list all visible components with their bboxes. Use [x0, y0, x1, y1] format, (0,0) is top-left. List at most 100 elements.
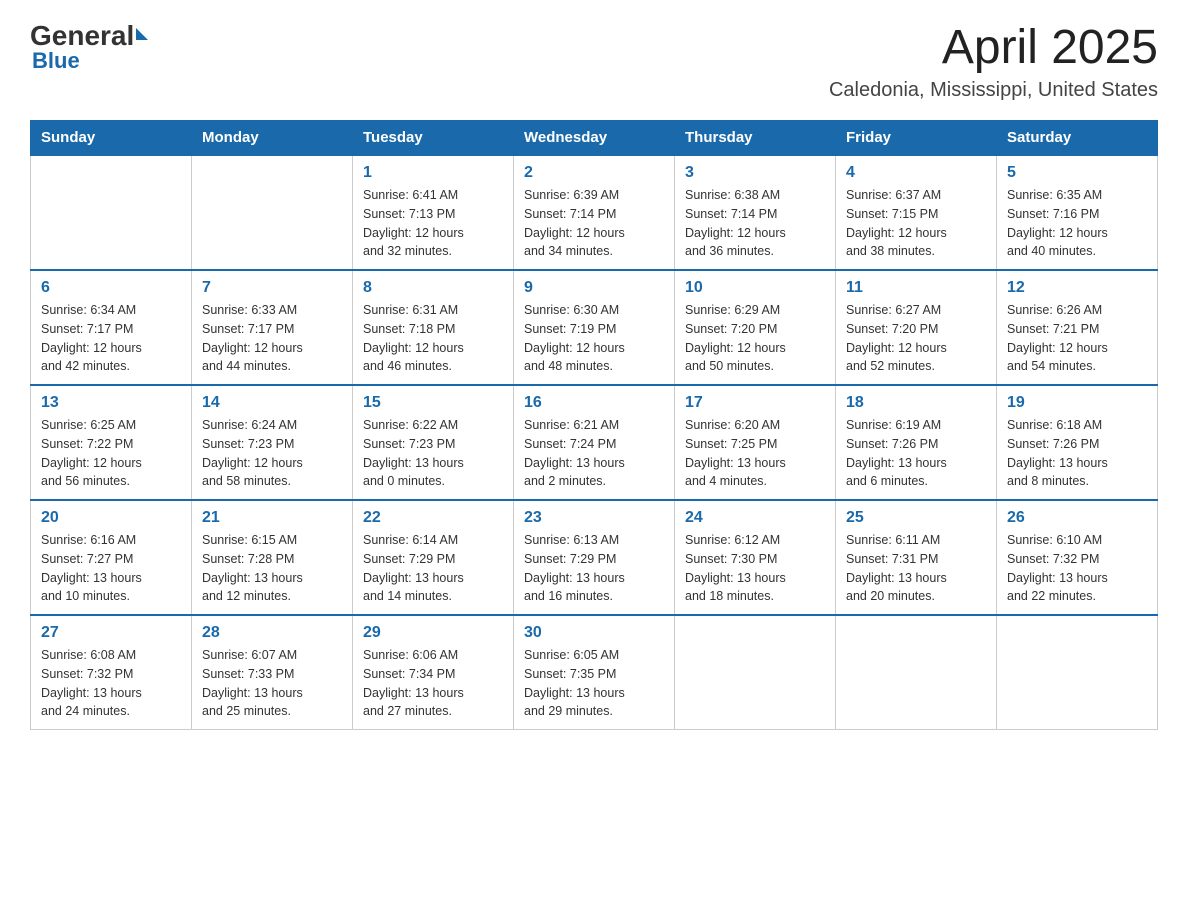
day-info: Sunrise: 6:30 AM Sunset: 7:19 PM Dayligh…: [524, 301, 664, 376]
calendar-cell: 17 Sunrise: 6:20 AM Sunset: 7:25 PM Dayli…: [675, 385, 836, 500]
day-info: Sunrise: 6:14 AM Sunset: 7:29 PM Dayligh…: [363, 531, 503, 606]
day-info: Sunrise: 6:12 AM Sunset: 7:30 PM Dayligh…: [685, 531, 825, 606]
day-info: Sunrise: 6:05 AM Sunset: 7:35 PM Dayligh…: [524, 646, 664, 721]
calendar-cell: [31, 155, 192, 270]
day-number: 14: [202, 394, 342, 412]
calendar-cell: 29 Sunrise: 6:06 AM Sunset: 7:34 PM Dayli…: [353, 615, 514, 730]
day-info: Sunrise: 6:15 AM Sunset: 7:28 PM Dayligh…: [202, 531, 342, 606]
calendar-cell: 26 Sunrise: 6:10 AM Sunset: 7:32 PM Dayli…: [997, 500, 1158, 615]
day-info: Sunrise: 6:29 AM Sunset: 7:20 PM Dayligh…: [685, 301, 825, 376]
day-info: Sunrise: 6:38 AM Sunset: 7:14 PM Dayligh…: [685, 186, 825, 261]
day-info: Sunrise: 6:37 AM Sunset: 7:15 PM Dayligh…: [846, 186, 986, 261]
calendar-cell: 1 Sunrise: 6:41 AM Sunset: 7:13 PM Daylig…: [353, 155, 514, 270]
calendar-week-1: 1 Sunrise: 6:41 AM Sunset: 7:13 PM Daylig…: [31, 155, 1158, 270]
title-block: April 2025 Caledonia, Mississippi, Unite…: [829, 20, 1158, 102]
month-year: April 2025: [829, 20, 1158, 75]
calendar-cell: 2 Sunrise: 6:39 AM Sunset: 7:14 PM Daylig…: [514, 155, 675, 270]
day-info: Sunrise: 6:08 AM Sunset: 7:32 PM Dayligh…: [41, 646, 181, 721]
day-info: Sunrise: 6:25 AM Sunset: 7:22 PM Dayligh…: [41, 416, 181, 491]
day-number: 12: [1007, 279, 1147, 297]
calendar-cell: 28 Sunrise: 6:07 AM Sunset: 7:33 PM Dayli…: [192, 615, 353, 730]
day-number: 20: [41, 509, 181, 527]
day-number: 18: [846, 394, 986, 412]
logo: General Blue: [30, 20, 148, 74]
calendar-cell: 6 Sunrise: 6:34 AM Sunset: 7:17 PM Daylig…: [31, 270, 192, 385]
day-info: Sunrise: 6:20 AM Sunset: 7:25 PM Dayligh…: [685, 416, 825, 491]
calendar-week-2: 6 Sunrise: 6:34 AM Sunset: 7:17 PM Daylig…: [31, 270, 1158, 385]
calendar-week-4: 20 Sunrise: 6:16 AM Sunset: 7:27 PM Dayli…: [31, 500, 1158, 615]
day-number: 5: [1007, 164, 1147, 182]
location: Caledonia, Mississippi, United States: [829, 79, 1158, 102]
day-number: 30: [524, 624, 664, 642]
day-info: Sunrise: 6:19 AM Sunset: 7:26 PM Dayligh…: [846, 416, 986, 491]
calendar-cell: 30 Sunrise: 6:05 AM Sunset: 7:35 PM Dayli…: [514, 615, 675, 730]
day-info: Sunrise: 6:26 AM Sunset: 7:21 PM Dayligh…: [1007, 301, 1147, 376]
day-number: 16: [524, 394, 664, 412]
calendar-cell: [192, 155, 353, 270]
day-number: 15: [363, 394, 503, 412]
calendar-cell: 20 Sunrise: 6:16 AM Sunset: 7:27 PM Dayli…: [31, 500, 192, 615]
calendar-cell: 14Sunrise: 6:24 AM Sunset: 7:23 PM Dayli…: [192, 385, 353, 500]
calendar-cell: 19 Sunrise: 6:18 AM Sunset: 7:26 PM Dayli…: [997, 385, 1158, 500]
day-info: Sunrise: 6:22 AM Sunset: 7:23 PM Dayligh…: [363, 416, 503, 491]
header-thursday: Thursday: [675, 121, 836, 156]
calendar-cell: 4Sunrise: 6:37 AM Sunset: 7:15 PM Daylig…: [836, 155, 997, 270]
day-info: Sunrise: 6:21 AM Sunset: 7:24 PM Dayligh…: [524, 416, 664, 491]
day-info: Sunrise: 6:35 AM Sunset: 7:16 PM Dayligh…: [1007, 186, 1147, 261]
logo-triangle-icon: [136, 28, 148, 40]
day-info: Sunrise: 6:34 AM Sunset: 7:17 PM Dayligh…: [41, 301, 181, 376]
day-info: Sunrise: 6:39 AM Sunset: 7:14 PM Dayligh…: [524, 186, 664, 261]
calendar-cell: [997, 615, 1158, 730]
day-number: 2: [524, 164, 664, 182]
day-number: 17: [685, 394, 825, 412]
calendar-cell: 25Sunrise: 6:11 AM Sunset: 7:31 PM Dayli…: [836, 500, 997, 615]
day-number: 22: [363, 509, 503, 527]
calendar-table: SundayMondayTuesdayWednesdayThursdayFrid…: [30, 120, 1158, 730]
day-number: 9: [524, 279, 664, 297]
day-number: 23: [524, 509, 664, 527]
calendar-cell: 5 Sunrise: 6:35 AM Sunset: 7:16 PM Daylig…: [997, 155, 1158, 270]
day-info: Sunrise: 6:07 AM Sunset: 7:33 PM Dayligh…: [202, 646, 342, 721]
calendar-cell: 13 Sunrise: 6:25 AM Sunset: 7:22 PM Dayli…: [31, 385, 192, 500]
day-number: 6: [41, 279, 181, 297]
calendar-cell: 8 Sunrise: 6:31 AM Sunset: 7:18 PM Daylig…: [353, 270, 514, 385]
calendar-cell: [836, 615, 997, 730]
day-number: 13: [41, 394, 181, 412]
calendar-cell: 9 Sunrise: 6:30 AM Sunset: 7:19 PM Daylig…: [514, 270, 675, 385]
day-number: 1: [363, 164, 503, 182]
day-number: 8: [363, 279, 503, 297]
calendar-cell: 7 Sunrise: 6:33 AM Sunset: 7:17 PM Daylig…: [192, 270, 353, 385]
header-sunday: Sunday: [31, 121, 192, 156]
calendar-cell: 15 Sunrise: 6:22 AM Sunset: 7:23 PM Dayli…: [353, 385, 514, 500]
day-info: Sunrise: 6:33 AM Sunset: 7:17 PM Dayligh…: [202, 301, 342, 376]
day-info: Sunrise: 6:16 AM Sunset: 7:27 PM Dayligh…: [41, 531, 181, 606]
day-number: 24: [685, 509, 825, 527]
day-info: Sunrise: 6:06 AM Sunset: 7:34 PM Dayligh…: [363, 646, 503, 721]
day-number: 19: [1007, 394, 1147, 412]
day-info: Sunrise: 6:18 AM Sunset: 7:26 PM Dayligh…: [1007, 416, 1147, 491]
day-info: Sunrise: 6:10 AM Sunset: 7:32 PM Dayligh…: [1007, 531, 1147, 606]
header-wednesday: Wednesday: [514, 121, 675, 156]
calendar-cell: 3 Sunrise: 6:38 AM Sunset: 7:14 PM Daylig…: [675, 155, 836, 270]
day-info: Sunrise: 6:27 AM Sunset: 7:20 PM Dayligh…: [846, 301, 986, 376]
page-header: General Blue April 2025 Caledonia, Missi…: [30, 20, 1158, 102]
day-info: Sunrise: 6:31 AM Sunset: 7:18 PM Dayligh…: [363, 301, 503, 376]
day-number: 3: [685, 164, 825, 182]
day-number: 29: [363, 624, 503, 642]
day-number: 7: [202, 279, 342, 297]
day-number: 26: [1007, 509, 1147, 527]
day-number: 27: [41, 624, 181, 642]
day-info: Sunrise: 6:11 AM Sunset: 7:31 PM Dayligh…: [846, 531, 986, 606]
calendar-header-row: SundayMondayTuesdayWednesdayThursdayFrid…: [31, 121, 1158, 156]
calendar-cell: 22 Sunrise: 6:14 AM Sunset: 7:29 PM Dayli…: [353, 500, 514, 615]
calendar-cell: 10Sunrise: 6:29 AM Sunset: 7:20 PM Dayli…: [675, 270, 836, 385]
calendar-week-3: 13 Sunrise: 6:25 AM Sunset: 7:22 PM Dayli…: [31, 385, 1158, 500]
header-friday: Friday: [836, 121, 997, 156]
calendar-cell: 11Sunrise: 6:27 AM Sunset: 7:20 PM Dayli…: [836, 270, 997, 385]
calendar-cell: 12 Sunrise: 6:26 AM Sunset: 7:21 PM Dayli…: [997, 270, 1158, 385]
day-info: Sunrise: 6:13 AM Sunset: 7:29 PM Dayligh…: [524, 531, 664, 606]
day-number: 28: [202, 624, 342, 642]
calendar-cell: 18 Sunrise: 6:19 AM Sunset: 7:26 PM Dayli…: [836, 385, 997, 500]
calendar-week-5: 27 Sunrise: 6:08 AM Sunset: 7:32 PM Dayli…: [31, 615, 1158, 730]
day-info: Sunrise: 6:41 AM Sunset: 7:13 PM Dayligh…: [363, 186, 503, 261]
